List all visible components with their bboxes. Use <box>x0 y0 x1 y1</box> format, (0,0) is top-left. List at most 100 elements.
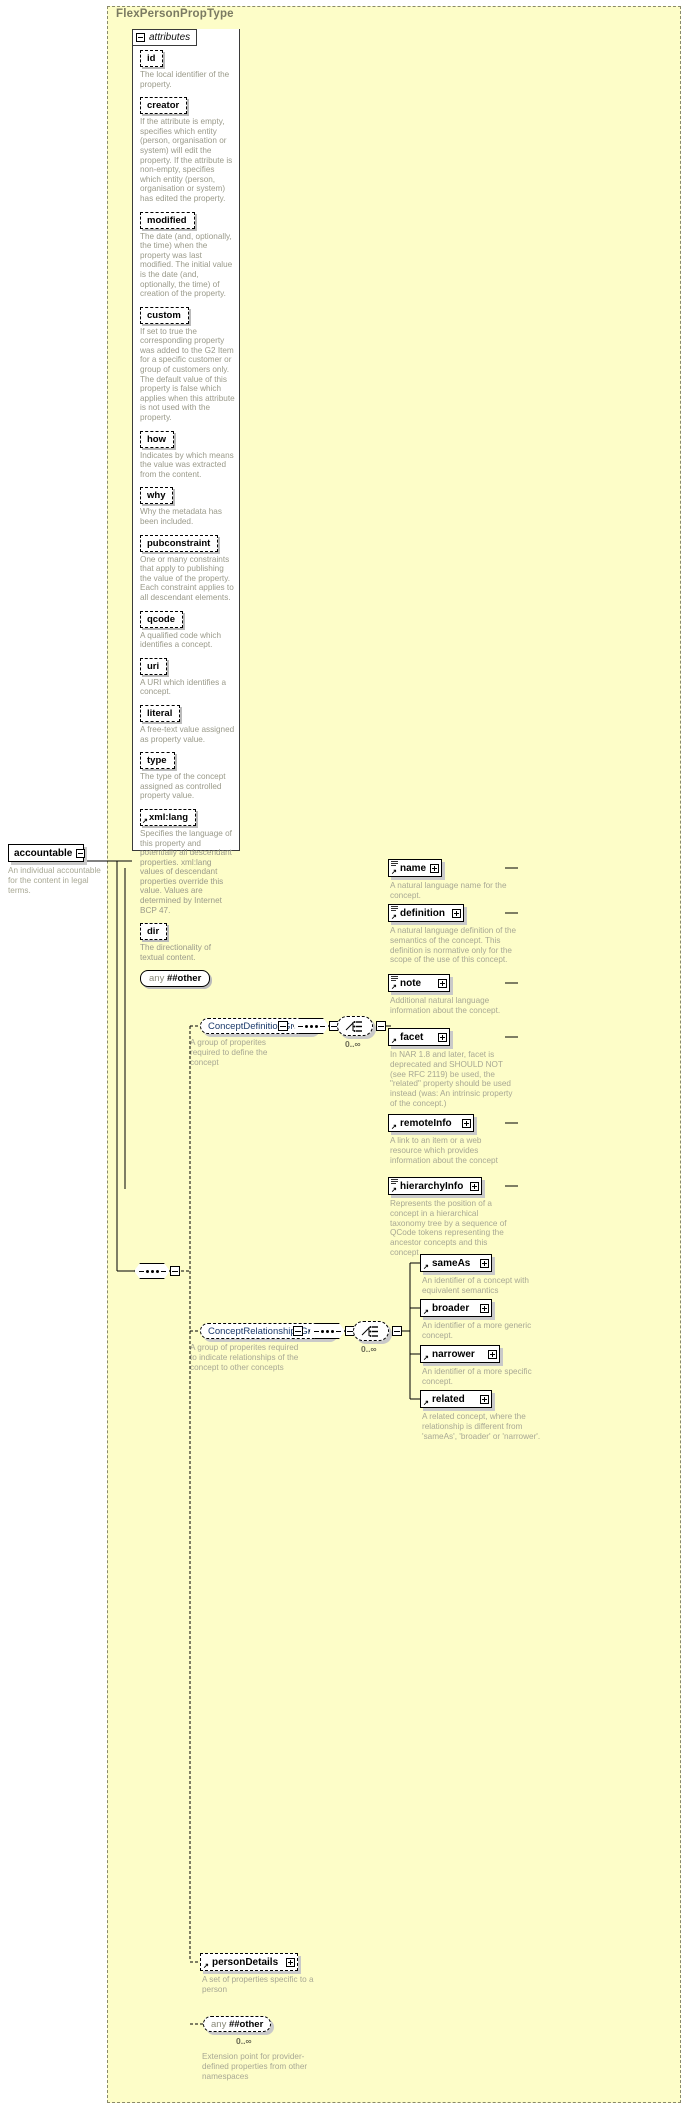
attribute-item: custom If set to true the corresponding … <box>140 305 238 423</box>
attribute-chip-uri[interactable]: uri <box>140 657 168 675</box>
sequence-connector-concept-definition[interactable] <box>293 1018 329 1034</box>
element-definition[interactable]: ↗ definition <box>388 904 464 922</box>
attribute-chip-custom[interactable]: custom <box>140 306 189 324</box>
element-label: related <box>432 1393 465 1405</box>
attribute-name: uri <box>147 660 160 672</box>
documentation-icon <box>391 1179 398 1185</box>
collapse-icon[interactable] <box>136 33 145 42</box>
reference-arrow-icon: ↗ <box>391 869 397 876</box>
attribute-chip-why[interactable]: why <box>140 487 174 505</box>
attribute-chip-xml-lang[interactable]: ↗ xml:lang <box>140 808 197 826</box>
attribute-description: A free-text value assigned as property v… <box>140 724 235 744</box>
extension-any-other[interactable]: any ##other <box>203 2016 272 2032</box>
element-description-name: A natural language name for the concept. <box>390 881 507 900</box>
element-name[interactable]: ↗ name <box>388 859 442 877</box>
attribute-chip-literal[interactable]: literal <box>140 704 181 722</box>
element-description-narrower: An identifier of a more specific concept… <box>422 1367 532 1386</box>
attribute-item: uri A URI which identifies a concept. <box>140 656 238 697</box>
attribute-name: pubconstraint <box>147 537 211 549</box>
any-other-attribute-chip[interactable]: any ##other <box>140 970 211 988</box>
sequence-icon <box>297 1024 325 1028</box>
attribute-name: how <box>147 433 166 445</box>
attribute-name: type <box>147 755 167 767</box>
schema-diagram-canvas: FlexPersonPropType attributes id The loc… <box>0 0 687 2109</box>
attribute-name: literal <box>147 707 173 719</box>
element-sameas[interactable]: ↗ sameAs <box>420 1254 492 1272</box>
choice-collapse-toggle-crg[interactable] <box>392 1326 402 1336</box>
documentation-icon <box>391 861 398 867</box>
occurrence-label-extension: 0..∞ <box>236 2036 252 2046</box>
occurrence-label-cdg: 0..∞ <box>345 1039 361 1049</box>
choice-connector-concept-relationships[interactable] <box>353 1321 389 1341</box>
attribute-item: literal A free-text value assigned as pr… <box>140 703 238 744</box>
attribute-chip-pubconstraint[interactable]: pubconstraint <box>140 534 219 552</box>
attribute-item: pubconstraint One or many constraints th… <box>140 533 238 603</box>
sequence-connector-root[interactable] <box>134 1263 170 1279</box>
attribute-chip-how[interactable]: how <box>140 430 174 448</box>
attribute-description: Specifies the language of this property … <box>140 828 232 915</box>
documentation-icon <box>391 976 398 982</box>
expand-icon[interactable] <box>480 1258 489 1268</box>
element-related[interactable]: ↗ related <box>420 1390 492 1408</box>
element-label: definition <box>400 907 445 919</box>
expand-icon[interactable] <box>452 908 461 918</box>
element-description-broader: An identifier of a more generic concept. <box>422 1321 532 1340</box>
attribute-name: custom <box>147 309 181 321</box>
element-narrower[interactable]: ↗ narrower <box>420 1345 500 1363</box>
element-broader[interactable]: ↗ broader <box>420 1299 492 1317</box>
attribute-item: modified The date (and, optionally, the … <box>140 210 238 299</box>
attribute-name: qcode <box>147 613 175 625</box>
attribute-description: The directionality of textual content. <box>140 943 211 962</box>
reference-arrow-icon: ↗ <box>391 914 397 921</box>
group-collapse-toggle-concept-relationships[interactable] <box>293 1326 303 1336</box>
element-label: personDetails <box>212 1956 279 1968</box>
expand-icon[interactable] <box>470 1181 479 1191</box>
element-remoteinfo[interactable]: ↗ remoteInfo <box>388 1114 474 1132</box>
element-description-related: A related concept, where the relationshi… <box>422 1412 541 1441</box>
expand-icon[interactable] <box>286 1957 295 1967</box>
attribute-chip-dir[interactable]: dir <box>140 923 168 941</box>
expand-icon[interactable] <box>430 863 440 873</box>
element-hierarchyinfo[interactable]: ↗ hierarchyInfo <box>388 1177 482 1195</box>
attributes-tab[interactable]: attributes <box>132 29 198 46</box>
attribute-chip-type[interactable]: type <box>140 752 175 770</box>
reference-arrow-icon: ↗ <box>391 1038 397 1045</box>
attribute-item: dir The directionality of textual conten… <box>140 921 238 962</box>
element-note[interactable]: ↗ note <box>388 974 450 992</box>
attribute-description: If set to true the corresponding propert… <box>140 326 235 423</box>
attribute-chip-qcode[interactable]: qcode <box>140 610 183 628</box>
attribute-description: Indicates by which means the value was e… <box>140 450 234 479</box>
collapse-icon[interactable] <box>76 848 86 858</box>
attribute-name: dir <box>147 926 160 938</box>
expand-icon[interactable] <box>438 1032 447 1042</box>
sequence-connector-concept-relationships[interactable] <box>309 1323 345 1339</box>
element-label: note <box>400 977 422 989</box>
attribute-chip-creator[interactable]: creator <box>140 97 188 115</box>
attribute-name: why <box>147 490 166 502</box>
choice-connector-concept-definition[interactable] <box>337 1016 373 1036</box>
element-persondetails[interactable]: ↗ personDetails <box>200 1953 298 1971</box>
element-accountable[interactable]: accountable <box>8 844 86 862</box>
expand-icon[interactable] <box>480 1394 489 1404</box>
element-description-facet: In NAR 1.8 and later, facet is deprecate… <box>390 1050 513 1108</box>
element-label: broader <box>432 1302 470 1314</box>
expand-icon[interactable] <box>488 1349 497 1359</box>
attribute-description: A qualified code which identifies a conc… <box>140 630 222 650</box>
reference-arrow-icon: ↗ <box>391 1124 397 1131</box>
sequence-collapse-toggle-root[interactable] <box>170 1266 180 1276</box>
element-label: hierarchyInfo <box>400 1180 464 1192</box>
attributes-label: attributes <box>149 32 191 43</box>
choice-icon <box>345 1021 362 1032</box>
element-description-note: Additional natural language information … <box>390 996 501 1015</box>
namespace-token: ##other <box>228 2018 264 2030</box>
extension-description: Extension point for provider-defined pro… <box>202 2052 308 2081</box>
expand-icon[interactable] <box>480 1303 489 1313</box>
attribute-chip-modified[interactable]: modified <box>140 211 195 229</box>
expand-icon[interactable] <box>438 978 447 988</box>
group-collapse-toggle-concept-definition[interactable] <box>278 1021 288 1031</box>
attribute-description: If the attribute is empty, specifies whi… <box>140 117 233 203</box>
expand-icon[interactable] <box>462 1118 471 1128</box>
attribute-chip-id[interactable]: id <box>140 50 164 67</box>
element-facet[interactable]: ↗ facet <box>388 1028 450 1046</box>
choice-collapse-toggle-cdg[interactable] <box>376 1021 386 1031</box>
